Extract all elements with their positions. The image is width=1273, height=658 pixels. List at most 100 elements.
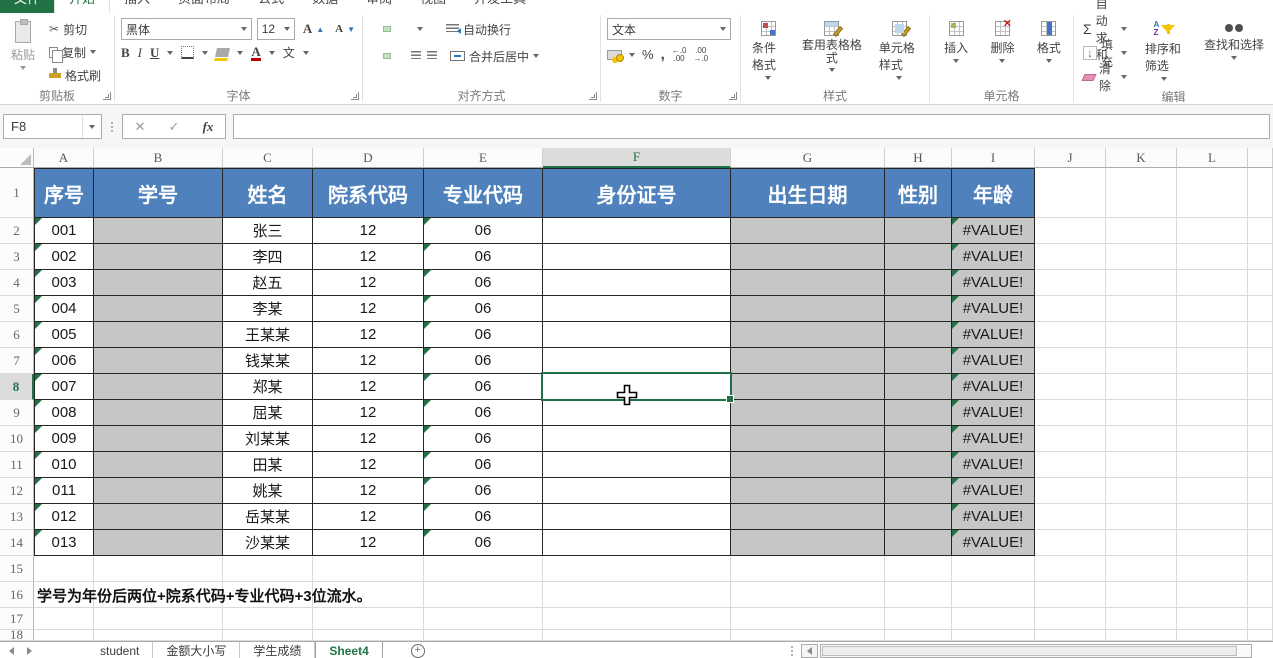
- row-header-3[interactable]: 3: [0, 244, 34, 270]
- format-painter-button[interactable]: 格式刷: [46, 64, 104, 86]
- cell-G1[interactable]: 出生日期: [731, 168, 885, 218]
- grid-cell[interactable]: [543, 608, 731, 630]
- find-select-button[interactable]: 查找和选择: [1199, 18, 1269, 88]
- number-dialog-launcher-icon[interactable]: [729, 92, 737, 100]
- row-header-5[interactable]: 5: [0, 296, 34, 322]
- cell-E6[interactable]: 06: [424, 322, 543, 348]
- grid-cell[interactable]: [1177, 478, 1248, 504]
- grow-font-button[interactable]: A▲: [300, 18, 327, 40]
- column-header-G[interactable]: G: [731, 148, 885, 168]
- grid-cell[interactable]: [1177, 400, 1248, 426]
- cell-F4[interactable]: [543, 270, 731, 296]
- cell-E8[interactable]: 06: [424, 374, 543, 400]
- grid-cell[interactable]: [94, 608, 223, 630]
- grid-cell[interactable]: [1106, 630, 1177, 641]
- grid-cell[interactable]: [1177, 374, 1248, 400]
- grid-cell[interactable]: [1177, 244, 1248, 270]
- grid-cell[interactable]: [1177, 322, 1248, 348]
- grid-cell[interactable]: [94, 556, 223, 582]
- cell-A1[interactable]: 序号: [34, 168, 94, 218]
- comma-style-button[interactable]: ,: [661, 46, 665, 63]
- cell-A2[interactable]: 001: [34, 218, 94, 244]
- grid-cell[interactable]: [1035, 630, 1106, 641]
- phonetic-button[interactable]: 文: [283, 44, 295, 61]
- grid-cell[interactable]: [34, 556, 94, 582]
- grid-cell[interactable]: [1106, 608, 1177, 630]
- grid-cell[interactable]: [952, 608, 1035, 630]
- cell-I4[interactable]: #VALUE!: [952, 270, 1035, 296]
- grid-cell[interactable]: [1248, 244, 1273, 270]
- cell-D14[interactable]: 12: [313, 530, 424, 556]
- cell-C3[interactable]: 李四: [223, 244, 313, 270]
- grid-cell[interactable]: [1248, 582, 1273, 608]
- clear-button[interactable]: 清除: [1080, 66, 1130, 88]
- cell-F13[interactable]: [543, 504, 731, 530]
- cell-C12[interactable]: 姚某: [223, 478, 313, 504]
- grid-cell[interactable]: [1106, 504, 1177, 530]
- cell-E13[interactable]: 06: [424, 504, 543, 530]
- cell-I6[interactable]: #VALUE!: [952, 322, 1035, 348]
- grid-cell[interactable]: [1248, 218, 1273, 244]
- tab-home[interactable]: 开始: [54, 0, 110, 13]
- row-header-14[interactable]: 14: [0, 530, 34, 556]
- grid-cell[interactable]: [1035, 244, 1106, 270]
- cell-B13[interactable]: [94, 504, 223, 530]
- cell-B2[interactable]: [94, 218, 223, 244]
- grid-cell[interactable]: [1035, 270, 1106, 296]
- grid-cell[interactable]: [313, 556, 424, 582]
- cell-A6[interactable]: 005: [34, 322, 94, 348]
- cell-H4[interactable]: [885, 270, 952, 296]
- cell-H2[interactable]: [885, 218, 952, 244]
- grid-cell[interactable]: [1035, 322, 1106, 348]
- row-header-1[interactable]: 1: [0, 168, 34, 218]
- grid-cell[interactable]: [223, 608, 313, 630]
- shrink-font-button[interactable]: A▼: [332, 18, 358, 40]
- tab-data[interactable]: 数据: [298, 0, 352, 13]
- cell-D3[interactable]: 12: [313, 244, 424, 270]
- grid-cell[interactable]: [1177, 608, 1248, 630]
- hscroll-track[interactable]: [820, 644, 1252, 658]
- grid-cell[interactable]: [34, 630, 94, 641]
- cell-E5[interactable]: 06: [424, 296, 543, 322]
- bold-button[interactable]: B: [121, 45, 130, 61]
- sheet-tab-scores[interactable]: 学生成绩: [240, 642, 315, 658]
- cell-G14[interactable]: [731, 530, 885, 556]
- scrollbar-resize-handle[interactable]: [789, 646, 795, 656]
- cell-D9[interactable]: 12: [313, 400, 424, 426]
- cell-I7[interactable]: #VALUE!: [952, 348, 1035, 374]
- row-header-2[interactable]: 2: [0, 218, 34, 244]
- cell-F6[interactable]: [543, 322, 731, 348]
- insert-function-button[interactable]: fx: [191, 119, 225, 135]
- decrease-decimal-button[interactable]: .00 →.0: [693, 47, 708, 63]
- grid-cell[interactable]: [1106, 322, 1177, 348]
- align-bottom-button[interactable]: [397, 26, 405, 32]
- copy-button[interactable]: 复制: [46, 41, 104, 63]
- cell-B14[interactable]: [94, 530, 223, 556]
- cell-I8[interactable]: #VALUE!: [952, 374, 1035, 400]
- select-all-corner[interactable]: [0, 148, 34, 168]
- column-header-C[interactable]: C: [223, 148, 313, 168]
- cell-C14[interactable]: 沙某某: [223, 530, 313, 556]
- grid-cell[interactable]: [543, 582, 731, 608]
- grid-cell[interactable]: [1248, 426, 1273, 452]
- cell-B11[interactable]: [94, 452, 223, 478]
- tab-insert[interactable]: 插入: [110, 0, 164, 13]
- row-header-15[interactable]: 15: [0, 556, 34, 582]
- grid-cell[interactable]: [952, 556, 1035, 582]
- grid-cell[interactable]: [1248, 270, 1273, 296]
- cell-C13[interactable]: 岳某某: [223, 504, 313, 530]
- grid-cell[interactable]: [1106, 374, 1177, 400]
- column-header-A[interactable]: A: [34, 148, 94, 168]
- italic-button[interactable]: I: [138, 45, 142, 61]
- cell-I10[interactable]: #VALUE!: [952, 426, 1035, 452]
- cell-B1[interactable]: 学号: [94, 168, 223, 218]
- align-top-button[interactable]: [369, 26, 377, 32]
- grid-cell[interactable]: [1177, 296, 1248, 322]
- row-header-9[interactable]: 9: [0, 400, 34, 426]
- cell-D8[interactable]: 12: [313, 374, 424, 400]
- grid-cell[interactable]: [885, 630, 952, 641]
- cell-I1[interactable]: 年龄: [952, 168, 1035, 218]
- row-header-16[interactable]: 16: [0, 582, 34, 608]
- grid-cell[interactable]: [1035, 374, 1106, 400]
- cell-H1[interactable]: 性别: [885, 168, 952, 218]
